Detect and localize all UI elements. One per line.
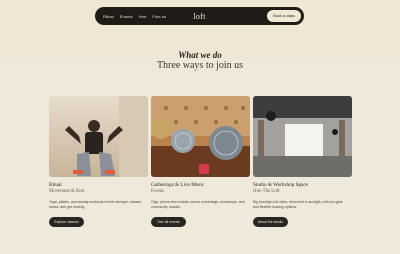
top-nav: Ritual Events Hire Find us loft Book a c…: [95, 7, 304, 25]
card-events: Gatherings & Live Music Events Gigs, pho…: [151, 96, 250, 227]
studio-space-image: [253, 96, 352, 177]
card-description: Gigs, phone-free socials, secret screeni…: [151, 200, 245, 209]
ritual-photo: [49, 96, 148, 177]
logo[interactable]: loft: [193, 12, 205, 21]
card-studio: Studio & Workshop Space Hire The Loft Bi…: [253, 96, 352, 227]
nav-link-ritual[interactable]: Ritual: [103, 14, 114, 19]
yoga-pose-image: [49, 96, 148, 177]
see-all-events-button[interactable]: See all events: [151, 217, 186, 227]
section-headline: Three ways to join us: [156, 60, 244, 71]
card-subtitle: Events: [151, 189, 165, 194]
card-subtitle: Movement & Rest: [49, 189, 85, 194]
section-eyebrow: What we do: [178, 50, 222, 60]
explore-classes-button[interactable]: Explore classes: [49, 217, 84, 227]
card-description: Yoga, pilates, and sweaty workouts to fe…: [49, 200, 142, 209]
card-description: Big brooklyn-loft vibes, drenched in sun…: [253, 200, 343, 209]
card-title: Gatherings & Live Music: [151, 182, 205, 188]
card-title: Ritual: [49, 182, 62, 188]
events-photo: [151, 96, 250, 177]
about-studio-button[interactable]: About the studio: [253, 217, 288, 227]
card-subtitle: Hire The Loft: [253, 189, 280, 194]
nav-link-events[interactable]: Events: [120, 14, 133, 19]
nav-link-hire[interactable]: Hire: [139, 14, 147, 19]
card-title: Studio & Workshop Space: [253, 182, 308, 188]
card-ritual: Ritual Movement & Rest Yoga, pilates, an…: [49, 96, 148, 227]
studio-photo: [253, 96, 352, 177]
book-class-button[interactable]: Book a class: [267, 10, 301, 22]
nav-links: Ritual Events Hire Find us: [103, 14, 166, 19]
nav-link-find-us[interactable]: Find us: [152, 14, 166, 19]
disco-balls-image: [151, 96, 250, 177]
